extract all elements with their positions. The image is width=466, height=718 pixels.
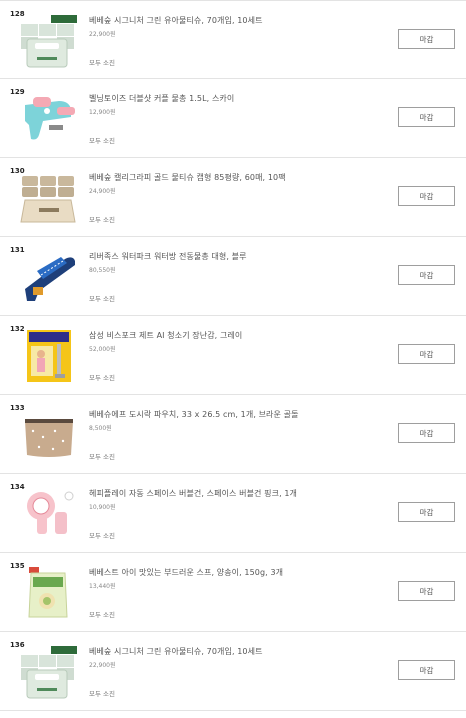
stock-status: 모두 소진 xyxy=(89,690,115,698)
bubble-gun-icon xyxy=(19,486,79,542)
product-price: 13,440원 xyxy=(89,583,116,590)
product-name: 삼성 비스포크 제트 AI 청소기 장난감, 그레이 xyxy=(89,331,243,340)
stock-status: 모두 소진 xyxy=(89,374,115,382)
stock-status: 모두 소진 xyxy=(89,611,115,619)
baby-soup-pouch-icon xyxy=(19,565,79,621)
list-item: 133 베베슈에프 도시락 파우치, 33 x 26.5 cm, 1개, 브라운… xyxy=(0,395,466,474)
list-item: 129 벨닝토이즈 더블샷 커플 물총 1.5L, 스카이 12,900원 모두… xyxy=(0,79,466,158)
product-price: 52,000원 xyxy=(89,346,116,353)
product-name: 베베숲 캘리그라피 골드 물티슈 캡형 85평량, 60매, 10팩 xyxy=(89,173,286,182)
product-name: 베베숲 시그니처 그린 유아물티슈, 70개입, 10세트 xyxy=(89,16,263,25)
stock-status: 모두 소진 xyxy=(89,216,115,224)
closed-button[interactable]: 마감 xyxy=(398,660,455,680)
closed-button[interactable]: 마감 xyxy=(398,265,455,285)
electric-water-gun-icon xyxy=(19,249,79,305)
product-name: 벨닝토이즈 더블샷 커플 물총 1.5L, 스카이 xyxy=(89,94,235,103)
list-item: 132 삼성 비스포크 제트 AI 청소기 장난감, 그레이 52,000원 모… xyxy=(0,316,466,395)
product-name: 헤피플레이 자동 스페이스 버블건, 스페이스 버블건 핑크, 1개 xyxy=(89,489,298,498)
list-item: 130 베베숲 캘리그라피 골드 물티슈 캡형 85평량, 60매, 10팩 2… xyxy=(0,158,466,237)
product-price: 22,900원 xyxy=(89,662,116,669)
product-price: 12,900원 xyxy=(89,109,116,116)
product-price: 80,550원 xyxy=(89,267,116,274)
product-price: 22,900원 xyxy=(89,31,116,38)
list-item: 131 리버족스 워터파크 워터방 전동물총 대형, 블루 80,550원 모두… xyxy=(0,237,466,316)
stock-status: 모두 소진 xyxy=(89,59,115,67)
closed-button[interactable]: 마감 xyxy=(398,423,455,443)
stock-status: 모두 소진 xyxy=(89,453,115,461)
wet-wipes-box-icon xyxy=(19,170,79,226)
list-item: 128 베베숲 시그니처 그린 유아물티슈, 70개입, 10세트 22,900… xyxy=(0,0,466,79)
closed-button[interactable]: 마감 xyxy=(398,29,455,49)
closed-button[interactable]: 마감 xyxy=(398,186,455,206)
lunch-pouch-icon xyxy=(19,407,79,463)
product-name: 리버족스 워터파크 워터방 전동물총 대형, 블루 xyxy=(89,252,247,261)
product-name: 베베슈에프 도시락 파우치, 33 x 26.5 cm, 1개, 브라운 골돌 xyxy=(89,410,299,419)
toy-vacuum-box-icon xyxy=(19,328,79,384)
product-name: 베베스트 아이 맛있는 부드러운 스프, 양송이, 150g, 3개 xyxy=(89,568,284,577)
closed-button[interactable]: 마감 xyxy=(398,344,455,364)
stock-status: 모두 소진 xyxy=(89,137,115,145)
product-price: 8,500원 xyxy=(89,425,112,432)
closed-button[interactable]: 마감 xyxy=(398,107,455,127)
stock-status: 모두 소진 xyxy=(89,295,115,303)
product-price: 24,900원 xyxy=(89,188,116,195)
product-price: 10,900원 xyxy=(89,504,116,511)
wet-wipes-pack-icon xyxy=(19,644,79,700)
wet-wipes-pack-icon xyxy=(19,13,79,69)
stock-status: 모두 소진 xyxy=(89,532,115,540)
list-item: 135 베베스트 아이 맛있는 부드러운 스프, 양송이, 150g, 3개 1… xyxy=(0,553,466,632)
product-name: 베베숲 시그니처 그린 유아물티슈, 70개입, 10세트 xyxy=(89,647,263,656)
water-gun-icon xyxy=(19,91,79,147)
list-item: 134 헤피플레이 자동 스페이스 버블건, 스페이스 버블건 핑크, 1개 1… xyxy=(0,474,466,553)
closed-button[interactable]: 마감 xyxy=(398,581,455,601)
list-item: 136 베베숲 시그니처 그린 유아물티슈, 70개입, 10세트 22,900… xyxy=(0,632,466,711)
product-list: 128 베베숲 시그니처 그린 유아물티슈, 70개입, 10세트 22,900… xyxy=(0,0,466,711)
closed-button[interactable]: 마감 xyxy=(398,502,455,522)
